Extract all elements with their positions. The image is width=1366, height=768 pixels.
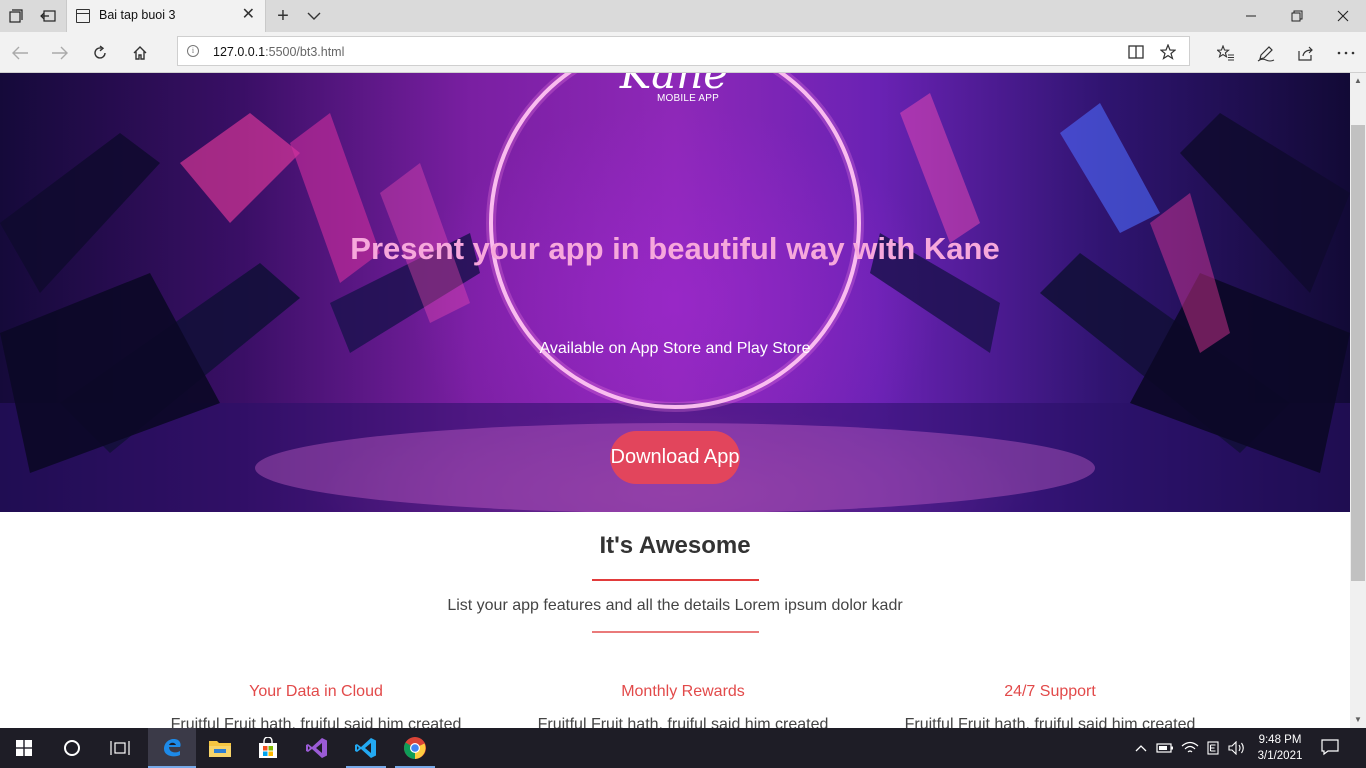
vs-code-icon[interactable] xyxy=(342,728,390,768)
back-icon[interactable] xyxy=(8,41,32,65)
page-viewport: Kane MOBILE APP Present your app in beau… xyxy=(0,73,1350,728)
refresh-icon[interactable] xyxy=(88,41,112,65)
url-text[interactable]: 127.0.0.1:5500/bt3.html xyxy=(213,45,344,59)
feature-text: Fruitful Fruit hath, fruiful said him cr… xyxy=(170,716,462,728)
hero-section: Kane MOBILE APP Present your app in beau… xyxy=(0,73,1350,512)
close-window-icon[interactable] xyxy=(1320,0,1366,32)
battery-icon[interactable] xyxy=(1155,738,1175,758)
clock-time: 9:48 PM xyxy=(1258,734,1302,746)
visual-studio-icon[interactable] xyxy=(293,728,341,768)
star-icon[interactable] xyxy=(1158,42,1178,62)
cortana-icon[interactable] xyxy=(48,728,96,768)
vertical-scrollbar[interactable]: ▲ ▼ xyxy=(1350,73,1366,728)
close-icon[interactable]: ✕ xyxy=(242,7,255,23)
clock-date: 3/1/2021 xyxy=(1257,750,1303,762)
scroll-down-icon[interactable]: ▼ xyxy=(1350,712,1366,728)
chevron-down-icon[interactable] xyxy=(304,6,324,26)
feature-title: Monthly Rewards xyxy=(621,683,745,700)
favorites-icon[interactable] xyxy=(1214,41,1238,65)
navigation-bar: i 127.0.0.1:5500/bt3.html xyxy=(0,32,1366,73)
download-app-button[interactable]: Download App xyxy=(610,431,740,484)
section-subtitle: List your app features and all the detai… xyxy=(447,597,903,614)
reading-view-icon[interactable] xyxy=(1126,42,1146,62)
tab-title: Bai tap buoi 3 xyxy=(99,8,176,22)
active-tab[interactable]: Bai tap buoi 3 ✕ xyxy=(66,0,266,32)
task-view-icon[interactable] xyxy=(96,728,144,768)
divider xyxy=(592,631,759,633)
hero-title: Present your app in beautiful way with K… xyxy=(350,231,1000,266)
store-icon[interactable] xyxy=(244,728,292,768)
volume-icon[interactable] xyxy=(1227,738,1247,758)
edge-taskbar-icon[interactable] xyxy=(148,728,196,768)
section-title: It's Awesome xyxy=(599,532,751,559)
chevron-up-icon[interactable] xyxy=(1131,738,1151,758)
feature-title: Your Data in Cloud xyxy=(249,683,383,700)
home-icon[interactable] xyxy=(128,41,152,65)
scroll-up-icon[interactable]: ▲ xyxy=(1350,73,1366,89)
windows-start-icon[interactable] xyxy=(0,728,48,768)
clock[interactable]: 9:48 PM 3/1/2021 xyxy=(1249,732,1311,764)
scrollbar-thumb[interactable] xyxy=(1351,125,1365,581)
feature-text: Fruitful Fruit hath, fruiful said him cr… xyxy=(904,716,1196,728)
tab-manager-icon[interactable] xyxy=(6,6,26,26)
divider xyxy=(592,579,759,581)
input-language-icon[interactable] xyxy=(1203,738,1223,758)
minimize-icon[interactable] xyxy=(1228,0,1274,32)
pen-icon[interactable] xyxy=(1254,41,1278,65)
taskbar: 9:48 PM 3/1/2021 xyxy=(0,728,1366,768)
plus-icon[interactable]: + xyxy=(272,4,294,28)
address-bar[interactable]: i 127.0.0.1:5500/bt3.html xyxy=(177,36,1190,66)
more-icon[interactable] xyxy=(1334,41,1358,65)
title-bar: Bai tap buoi 3 ✕ + xyxy=(0,0,1366,32)
wifi-icon[interactable] xyxy=(1180,738,1200,758)
feature-text: Fruitful Fruit hath, fruiful said him cr… xyxy=(537,716,829,728)
forward-icon[interactable] xyxy=(48,41,72,65)
tab-set-aside-icon[interactable] xyxy=(38,6,58,26)
logo-subtext: MOBILE APP xyxy=(656,93,720,104)
chrome-icon[interactable] xyxy=(391,728,439,768)
notification-icon[interactable] xyxy=(1320,738,1346,758)
restore-icon[interactable] xyxy=(1274,0,1320,32)
file-explorer-icon[interactable] xyxy=(196,728,244,768)
feature-title: 24/7 Support xyxy=(1004,683,1096,700)
info-icon[interactable]: i xyxy=(187,45,199,57)
hero-subtitle: Available on App Store and Play Store xyxy=(539,340,811,357)
share-icon[interactable] xyxy=(1294,41,1318,65)
page-icon xyxy=(76,9,90,23)
